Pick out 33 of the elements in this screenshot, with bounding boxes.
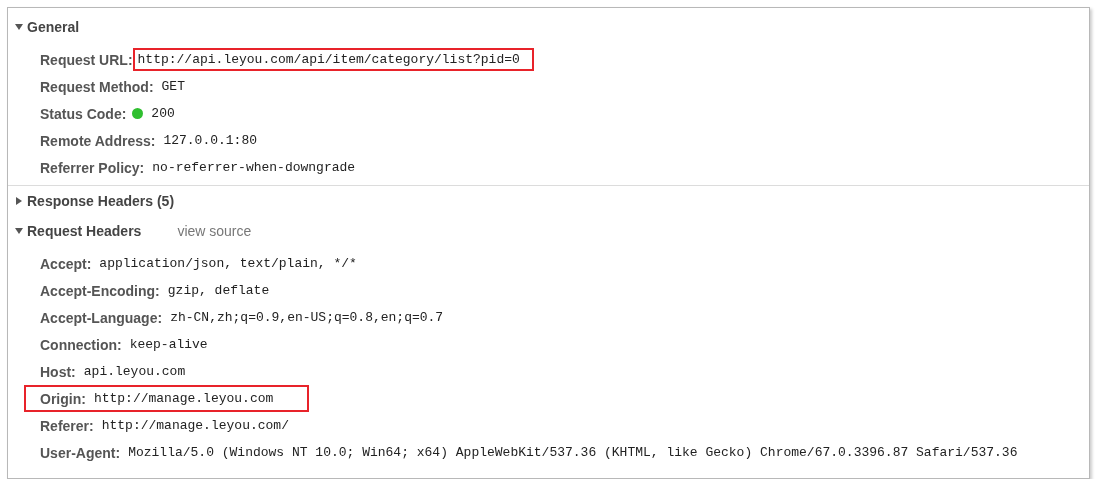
- section-header[interactable]: Request Headers: [15, 223, 142, 239]
- header-name: Request URL:: [40, 51, 133, 68]
- section-header[interactable]: Response Headers (5): [15, 193, 175, 209]
- header-value: http://manage.leyou.com/: [100, 417, 290, 435]
- header-name: User-Agent:: [40, 444, 121, 461]
- header-value: application/json, text/plain, */*: [98, 255, 358, 273]
- header-value: 127.0.0.1:80: [162, 132, 259, 150]
- triangle-down-icon: [15, 23, 23, 31]
- header-value: Mozilla/5.0 (Windows NT 10.0; Win64; x64) AppleWebKit/537.36 (KHTML, like Gecko) Chrome/67.0.3396.87 Safari/537.36: [127, 444, 1019, 462]
- triangle-right-icon: [15, 197, 23, 205]
- header-value: 200: [150, 105, 176, 123]
- header-name: Referrer Policy:: [40, 159, 145, 176]
- header-name: Accept-Encoding:: [40, 282, 160, 299]
- header-name: Accept:: [40, 255, 92, 272]
- header-value: no-referrer-when-downgrade: [151, 159, 357, 177]
- header-value: keep-alive: [128, 336, 209, 354]
- header-name: Accept-Language:: [40, 309, 163, 326]
- header-value: zh-CN,zh;q=0.9,en-US;q=0.8,en;q=0.7: [169, 309, 445, 327]
- header-name: Host:: [40, 363, 76, 380]
- view-source-link[interactable]: view source: [177, 223, 252, 239]
- header-name: Status Code:: [40, 105, 127, 122]
- triangle-down-icon: [15, 227, 23, 235]
- section-header[interactable]: General: [15, 19, 80, 35]
- header-name: Origin:: [40, 390, 86, 407]
- header-name: Connection:: [40, 336, 122, 353]
- header-value: http://api.leyou.com/api/item/category/list?pid=0: [132, 48, 534, 71]
- header-name: Referer:: [40, 417, 94, 434]
- header-value: api.leyou.com: [82, 363, 187, 381]
- header-value: GET: [160, 78, 186, 96]
- header-name: Remote Address:: [40, 132, 156, 149]
- header-value: http://manage.leyou.com: [92, 390, 275, 408]
- header-value: gzip, deflate: [166, 282, 271, 300]
- header-name: Request Method:: [40, 78, 154, 95]
